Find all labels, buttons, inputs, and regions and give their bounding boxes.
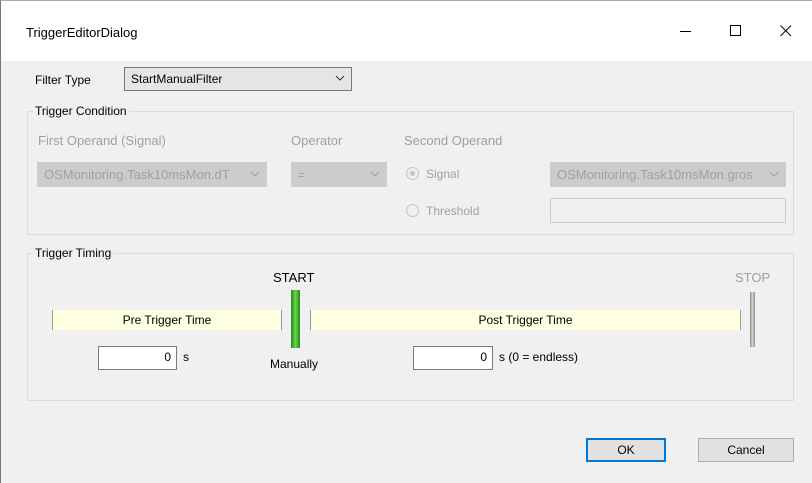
chevron-down-icon bbox=[250, 171, 260, 177]
threshold-radio[interactable] bbox=[406, 204, 419, 217]
maximize-icon bbox=[730, 25, 741, 36]
chevron-down-icon bbox=[769, 171, 779, 177]
title-bar[interactable]: TriggerEditorDialog bbox=[1, 1, 812, 61]
second-signal-select[interactable]: OSMonitoring.Task10msMon.gros bbox=[550, 162, 786, 187]
post-trigger-time-bar: Post Trigger Time bbox=[310, 310, 741, 330]
chevron-down-icon bbox=[370, 171, 380, 177]
first-operand-select[interactable]: OSMonitoring.Task10msMon.dT bbox=[37, 162, 267, 187]
first-operand-value: OSMonitoring.Task10msMon.dT bbox=[44, 167, 230, 182]
post-trigger-time-input[interactable]: 0 bbox=[413, 346, 493, 370]
start-mode-label: Manually bbox=[270, 357, 319, 371]
threshold-input[interactable] bbox=[550, 198, 786, 223]
trigger-timing-title: Trigger Timing bbox=[33, 246, 114, 260]
pre-trigger-time-bar: Pre Trigger Time bbox=[52, 310, 282, 330]
chevron-down-icon bbox=[335, 75, 345, 81]
threshold-radio-label: Threshold bbox=[426, 204, 480, 218]
minimize-icon bbox=[680, 31, 691, 32]
window-title: TriggerEditorDialog bbox=[26, 25, 138, 40]
ok-button[interactable]: OK bbox=[586, 438, 666, 462]
signal-radio-label: Signal bbox=[426, 167, 460, 181]
maximize-button[interactable] bbox=[713, 15, 759, 47]
operator-label: Operator bbox=[291, 133, 343, 148]
cancel-button[interactable]: Cancel bbox=[698, 438, 794, 462]
filter-type-select[interactable]: StartManualFilter bbox=[124, 67, 352, 91]
stop-label: STOP bbox=[735, 270, 771, 285]
post-trigger-unit: s (0 = endless) bbox=[499, 350, 579, 364]
filter-type-label: Filter Type bbox=[35, 73, 91, 87]
minimize-button[interactable] bbox=[663, 15, 709, 47]
second-signal-value: OSMonitoring.Task10msMon.gros bbox=[557, 167, 753, 182]
start-label: START bbox=[273, 270, 315, 285]
close-icon bbox=[780, 25, 792, 37]
close-button[interactable] bbox=[763, 15, 809, 47]
second-operand-label: Second Operand bbox=[404, 133, 503, 148]
trigger-condition-title: Trigger Condition bbox=[33, 104, 129, 118]
pre-trigger-time-input[interactable]: 0 bbox=[98, 346, 177, 370]
pre-trigger-unit: s bbox=[183, 350, 189, 364]
first-operand-label: First Operand (Signal) bbox=[38, 133, 166, 148]
trigger-editor-dialog: TriggerEditorDialog Filter Type StartMan… bbox=[0, 0, 812, 483]
signal-radio[interactable] bbox=[406, 167, 419, 180]
operator-value: = bbox=[298, 167, 306, 182]
start-marker bbox=[291, 290, 300, 348]
operator-select[interactable]: = bbox=[291, 162, 387, 187]
stop-marker bbox=[750, 292, 755, 347]
filter-type-value: StartManualFilter bbox=[131, 72, 223, 86]
